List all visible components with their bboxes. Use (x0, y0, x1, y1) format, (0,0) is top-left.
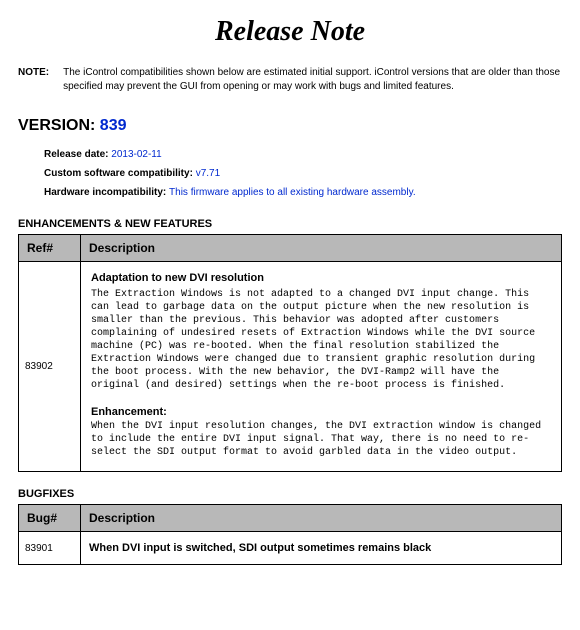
release-date-label: Release date: (44, 149, 111, 160)
hw-value: This firmware applies to all existing ha… (169, 187, 416, 198)
col-bug: Bug# (19, 505, 81, 532)
version-prefix: VERSION: (18, 117, 100, 134)
table-header-row: Ref# Description (19, 235, 562, 262)
hw-label: Hardware incompatibility: (44, 187, 169, 198)
col-ref: Ref# (19, 235, 81, 262)
enh-row-subhead: Enhancement: (91, 406, 551, 418)
bug-table: Bug# Description 83901 When DVI input is… (18, 504, 562, 565)
note-text: The iControl compatibilities shown below… (63, 66, 562, 93)
enh-table: Ref# Description 83902 Adaptation to new… (18, 234, 562, 472)
enh-row-title: Adaptation to new DVI resolution (91, 272, 551, 284)
table-row: 83902 Adaptation to new DVI resolution T… (19, 262, 562, 472)
meta-block: Release date: 2013-02-11 Custom software… (44, 145, 562, 202)
version-line: VERSION: 839 (18, 117, 562, 135)
table-header-row: Bug# Description (19, 505, 562, 532)
bug-heading: BUGFIXES (18, 488, 562, 500)
bug-desc-cell: When DVI input is switched, SDI output s… (81, 532, 562, 565)
col-desc: Description (81, 235, 562, 262)
desc-cell: Adaptation to new DVI resolution The Ext… (81, 262, 562, 472)
enh-row-body: The Extraction Windows is not adapted to… (91, 288, 551, 392)
col-desc: Description (81, 505, 562, 532)
bug-ref-cell: 83901 (19, 532, 81, 565)
table-row: 83901 When DVI input is switched, SDI ou… (19, 532, 562, 565)
page-title: Release Note (18, 16, 562, 48)
compat-value: v7.71 (196, 168, 220, 179)
release-date-value: 2013-02-11 (111, 149, 161, 160)
compat-label: Custom software compatibility: (44, 168, 196, 179)
note-label: NOTE: (18, 66, 49, 93)
enh-heading: ENHANCEMENTS & NEW FEATURES (18, 218, 562, 230)
enh-row-body2: When the DVI input resolution changes, t… (91, 420, 551, 459)
ref-cell: 83902 (19, 262, 81, 472)
version-number: 839 (100, 117, 127, 134)
note-block: NOTE: The iControl compatibilities shown… (18, 66, 562, 93)
